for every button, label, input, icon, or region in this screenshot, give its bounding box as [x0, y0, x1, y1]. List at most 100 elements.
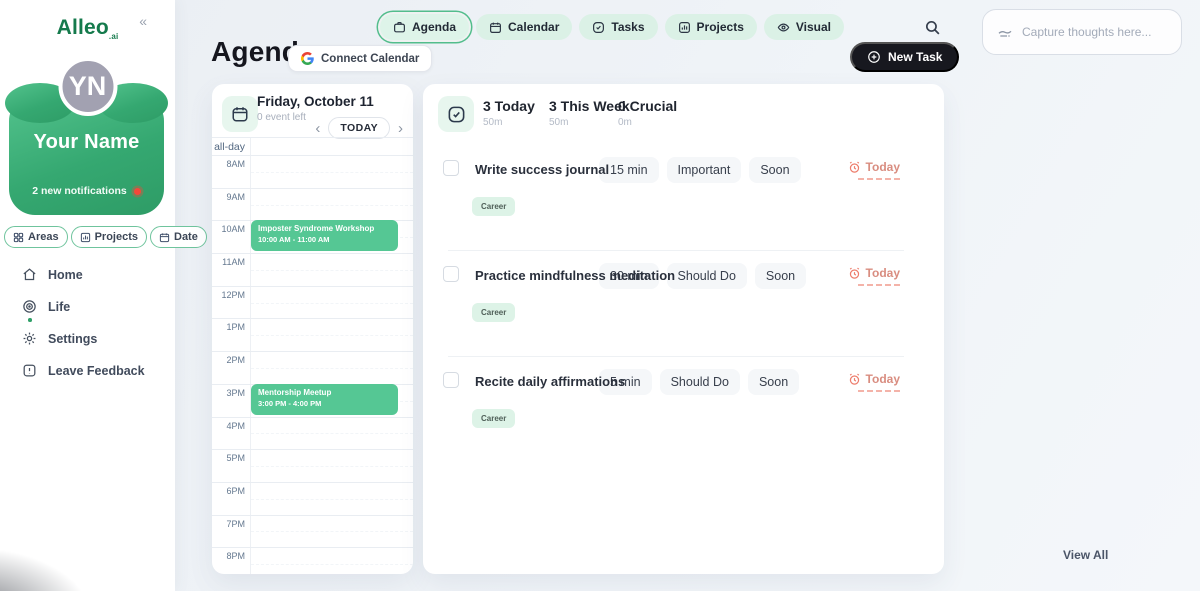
task-checkbox[interactable]	[443, 372, 459, 388]
hour-label: 7PM	[212, 519, 245, 529]
prev-day-icon[interactable]: ‹	[315, 121, 320, 136]
avatar[interactable]: YN	[58, 57, 117, 116]
all-day-row[interactable]: all-day	[212, 137, 413, 155]
due-label: Today	[866, 160, 900, 174]
urgency-badge[interactable]: Soon	[755, 263, 806, 289]
category-tag[interactable]: Career	[472, 303, 515, 322]
new-task-button[interactable]: New Task	[850, 42, 959, 72]
sidebar-item-life[interactable]: Life	[22, 298, 145, 315]
connect-calendar-button[interactable]: Connect Calendar	[288, 45, 432, 72]
app-logo: Alleo.ai	[0, 16, 175, 41]
category-tag[interactable]: Career	[472, 409, 515, 428]
tab-projects[interactable]: Projects	[665, 14, 757, 40]
tasks-panel: 3 Today 50m 3 This Week 50m 0 Crucial 0m…	[423, 84, 944, 574]
hour-row[interactable]: 11AM	[212, 253, 413, 286]
hour-label: 2PM	[212, 355, 245, 365]
hour-row[interactable]: 8AM	[212, 155, 413, 188]
task-title[interactable]: Recite daily affirmations	[475, 374, 625, 389]
plus-circle-icon	[867, 50, 881, 64]
hour-label: 6PM	[212, 486, 245, 496]
tab-calendar[interactable]: Calendar	[476, 14, 572, 40]
task-row: Practice mindfulness meditation 30 min S…	[423, 260, 944, 360]
logo-text: Alleo	[57, 16, 109, 39]
priority-badge[interactable]: Should Do	[660, 369, 740, 395]
category-tag[interactable]: Career	[472, 197, 515, 216]
hour-label: 9AM	[212, 192, 245, 202]
hour-row[interactable]: 8PM	[212, 547, 413, 574]
hour-row[interactable]: 9AM	[212, 188, 413, 221]
due-underline	[858, 390, 900, 392]
due-date[interactable]: Today	[848, 160, 900, 174]
stat-count: 0 Crucial	[618, 98, 677, 114]
chart-icon	[678, 21, 691, 34]
priority-badge[interactable]: Important	[667, 157, 742, 183]
event-time: 3:00 PM - 4:00 PM	[258, 399, 391, 408]
sidebar-item-feedback[interactable]: Leave Feedback	[22, 362, 145, 379]
calendar-icon	[231, 105, 249, 123]
hour-label: 8PM	[212, 551, 245, 561]
hour-label: 10AM	[212, 224, 245, 234]
calendar-badge	[222, 96, 258, 132]
tasks-badge	[438, 96, 474, 132]
check-square-icon	[447, 105, 466, 124]
day-grid[interactable]: all-day 8AM 9AM 10AM 11AM 12PM 1PM 2PM 3…	[212, 137, 413, 574]
hour-row[interactable]: 2PM	[212, 351, 413, 384]
hour-row[interactable]: 4PM	[212, 417, 413, 450]
event-time: 10:00 AM - 11:00 AM	[258, 235, 391, 244]
notifications[interactable]: 2 new notifications	[9, 185, 164, 197]
connect-calendar-label: Connect Calendar	[321, 53, 419, 65]
stat-crucial: 0 Crucial 0m	[618, 98, 677, 128]
hour-row[interactable]: 5PM	[212, 449, 413, 482]
filter-projects-button[interactable]: Projects	[71, 226, 147, 248]
stat-today: 3 Today 50m	[483, 98, 535, 128]
target-icon	[22, 299, 37, 314]
active-dot	[28, 318, 32, 322]
calendar-event[interactable]: Imposter Syndrome Workshop 10:00 AM - 11…	[251, 220, 398, 251]
main-nav: Agenda Calendar Tasks Projects Visual	[380, 14, 844, 40]
urgency-badge[interactable]: Soon	[748, 369, 799, 395]
hour-row[interactable]: 1PM	[212, 318, 413, 351]
urgency-badge[interactable]: Soon	[749, 157, 800, 183]
task-checkbox[interactable]	[443, 266, 459, 282]
calendar-icon	[489, 21, 502, 34]
agenda-day-panel: Friday, October 11 0 event left ‹ TODAY …	[212, 84, 413, 574]
sidebar-item-home[interactable]: Home	[22, 266, 145, 283]
search-button[interactable]	[924, 19, 944, 39]
task-title[interactable]: Practice mindfulness meditation	[475, 268, 675, 283]
capture-input[interactable]: Capture thoughts here...	[982, 9, 1182, 55]
due-label: Today	[866, 372, 900, 386]
corner-shadow	[0, 547, 92, 591]
next-day-icon[interactable]: ›	[398, 121, 403, 136]
stat-duration: 0m	[618, 117, 677, 128]
hour-row[interactable]: 7PM	[212, 515, 413, 548]
sidebar-item-settings[interactable]: Settings	[22, 330, 145, 347]
search-icon	[924, 19, 941, 36]
view-all-link[interactable]: View All	[1063, 548, 1108, 562]
tab-visual[interactable]: Visual	[764, 14, 844, 40]
divider	[448, 356, 904, 357]
filter-areas-button[interactable]: Areas	[4, 226, 68, 248]
gear-icon	[22, 331, 37, 346]
priority-badge[interactable]: Should Do	[667, 263, 747, 289]
task-checkbox[interactable]	[443, 160, 459, 176]
due-date[interactable]: Today	[848, 372, 900, 386]
logo-suffix: .ai	[109, 32, 119, 41]
chart-icon	[80, 232, 91, 243]
filter-date-button[interactable]: Date	[150, 226, 207, 248]
notifications-label: 2 new notifications	[32, 185, 127, 197]
sidebar-filters: Areas Projects Date	[4, 226, 207, 248]
sidebar-collapse-icon[interactable]: «	[139, 13, 147, 29]
task-title[interactable]: Write success journal	[475, 162, 609, 177]
filter-label: Areas	[28, 231, 59, 243]
tab-label: Agenda	[412, 20, 456, 34]
due-date[interactable]: Today	[848, 266, 900, 280]
tab-agenda[interactable]: Agenda	[380, 14, 469, 40]
task-badges: 15 min Important Soon	[599, 157, 801, 183]
hour-row[interactable]: 6PM	[212, 482, 413, 515]
today-button[interactable]: TODAY	[328, 117, 390, 139]
menu-label: Life	[48, 300, 70, 314]
scribble-icon	[997, 24, 1013, 40]
hour-row[interactable]: 12PM	[212, 286, 413, 319]
tab-tasks[interactable]: Tasks	[579, 14, 657, 40]
calendar-event[interactable]: Mentorship Meetup 3:00 PM - 4:00 PM	[251, 384, 398, 415]
